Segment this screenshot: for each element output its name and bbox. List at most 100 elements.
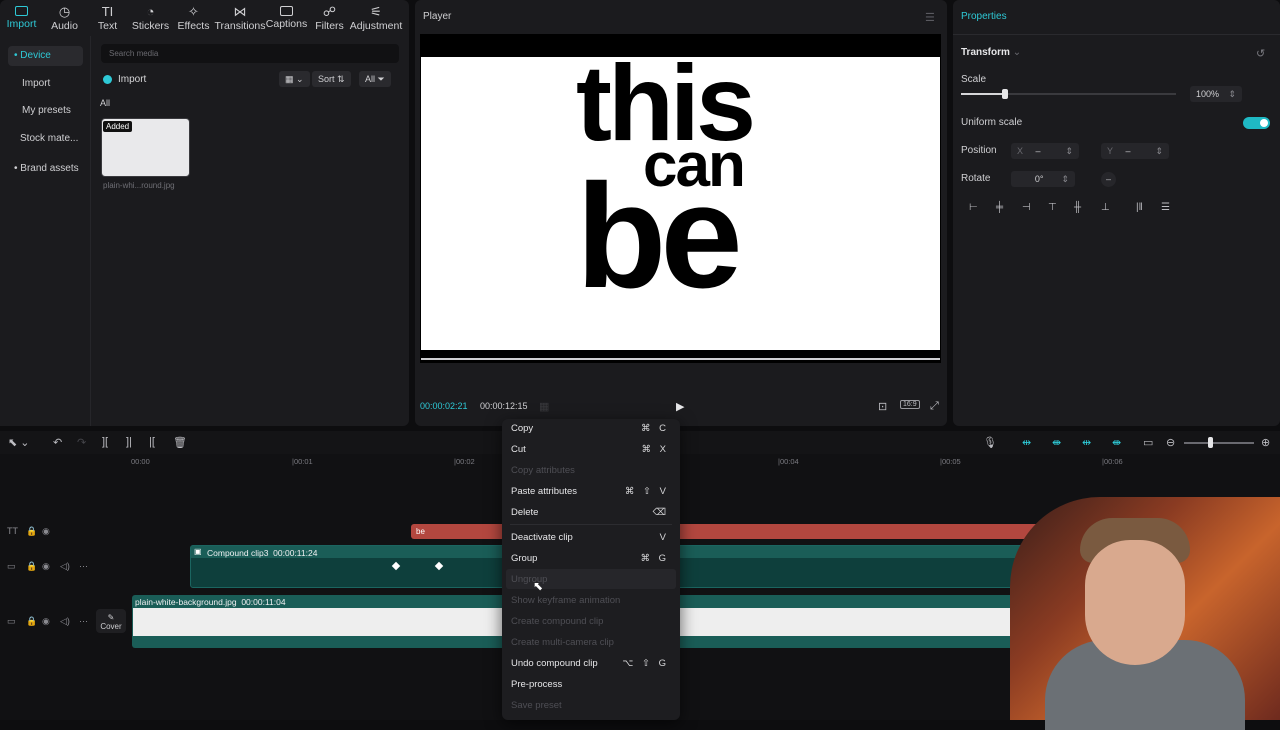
effects-icon: ✧ [188,3,199,19]
sidebar-item-my-presets[interactable]: My presets [16,101,91,121]
tab-text[interactable]: TI Text [86,0,129,36]
monitor-icon[interactable]: ▭ [1143,436,1153,449]
reset-icon[interactable]: ↺ [1256,47,1265,60]
menu-item-undo-compound-clip[interactable]: Undo compound clip ⌥ ⇧ G [511,654,669,672]
microphone-icon[interactable]: 🎙 [983,436,997,449]
split-icon[interactable]: ][ [102,436,108,448]
menu-item-save-preset[interactable]: Save preset [511,696,669,714]
menu-icon[interactable]: ☰ [925,11,935,24]
tab-filters[interactable]: ☍ Filters [308,0,351,36]
tab-adjustment[interactable]: ⚟ Adjustment [350,0,403,36]
menu-item-paste-attributes[interactable]: Paste attributes ⌘ ⇧ V [511,482,669,500]
rotate-input[interactable]: 0° ⇕ [1011,171,1075,187]
menu-item-create-multi-camera-clip[interactable]: Create multi-camera clip [511,633,669,651]
playback-scrubber[interactable] [421,358,940,360]
sidebar-item-stock-material[interactable]: Stock mate... [14,129,89,149]
lock-icon[interactable]: 🔒 [26,561,37,572]
audio-icon: ◷ [58,3,71,19]
split-left-icon[interactable]: ]| [126,436,132,448]
magnet-auto-icon[interactable]: ⇼ [1052,436,1061,449]
position-y-input[interactable]: Y – ⇕ [1101,143,1169,159]
ruler-tick: |00:04 [778,457,799,466]
magnet-main-icon[interactable]: ⇹ [1022,436,1031,449]
sidebar-item-import[interactable]: Import [16,74,91,94]
tab-captions[interactable]: Captions [265,0,308,36]
sidebar-item-device[interactable]: • Device [8,46,83,66]
background-clip-label: plain-white-background.jpg 00:00:11:04 [135,597,286,607]
adjustment-icon: ⚟ [370,3,382,19]
tab-transitions[interactable]: ⋈ Transitions [215,0,266,36]
undo-icon[interactable]: ↶ [53,436,62,449]
align-left-icon[interactable]: ⊢ [969,202,978,213]
menu-item-pre-process[interactable]: Pre-process [511,675,669,693]
zoom-in-icon[interactable]: ⊕ [1261,436,1270,449]
align-top-icon[interactable]: ⊤ [1048,202,1057,213]
menu-item-cut[interactable]: Cut ⌘ X [511,440,669,458]
lock-icon[interactable]: 🔒 [26,616,37,627]
uniform-scale-toggle[interactable] [1243,117,1270,129]
eye-icon[interactable]: ◉ [42,616,50,627]
media-sidebar: • Device Import My presets Stock mate...… [0,36,91,426]
zoom-slider[interactable] [1184,442,1254,444]
menu-item-copy[interactable]: Copy ⌘ C [511,419,669,437]
total-time: 00:00:12:15 [480,401,528,411]
align-right-icon[interactable]: ⊣ [1022,202,1031,213]
tab-import[interactable]: Import [0,0,43,36]
properties-panel [953,0,1280,426]
tab-effects[interactable]: ✧ Effects [172,0,215,36]
align-bottom-icon[interactable]: ⊥ [1101,202,1110,213]
text-track-icon: TT [7,526,18,536]
split-right-icon[interactable]: |[ [149,436,155,448]
mouse-cursor-icon: ⬉ [533,579,544,593]
tab-stickers[interactable]: ◔ Stickers [129,0,172,36]
scale-input[interactable]: 100% ⇕ [1190,86,1242,102]
transform-heading[interactable]: Transform ⌄ [961,47,1021,58]
audio-mute-icon[interactable]: ◁) [60,616,70,627]
sort-button[interactable]: Sort ⇅ [312,71,351,87]
position-x-input[interactable]: X – ⇕ [1011,143,1079,159]
menu-item-deactivate-clip[interactable]: Deactivate clip V [511,528,669,546]
menu-item-delete[interactable]: Delete ⌫ [511,503,669,521]
compound-clip-label: Compound clip3 00:00:11:24 [207,548,318,558]
lock-icon[interactable]: 🔒 [26,526,37,537]
fullscreen-icon[interactable]: ⤢ [930,400,939,413]
align-center-v-icon[interactable]: ╫ [1074,202,1081,213]
eye-icon[interactable]: ◉ [42,526,50,537]
zoom-slider-handle[interactable] [1208,437,1213,448]
menu-item-copy-attributes[interactable]: Copy attributes [511,461,669,479]
filter-button[interactable]: All ⏷ [359,71,391,87]
eye-icon[interactable]: ◉ [42,561,50,572]
select-tool-icon[interactable]: ⬉ ⌄ [8,436,30,449]
view-toggle-button[interactable]: ▦ ⌄ [279,71,310,87]
uniform-scale-label: Uniform scale [961,117,1023,128]
more-icon[interactable]: ⋯ [79,561,88,572]
scale-slider-handle[interactable] [1002,89,1008,99]
delete-icon[interactable]: 🗑 [173,436,187,449]
aspect-ratio-button[interactable]: 16:9 [900,400,920,409]
preview-axis-icon[interactable]: ⇼ [1112,436,1121,449]
more-icon[interactable]: ⋯ [79,616,88,627]
menu-item-create-compound-clip[interactable]: Create compound clip [511,612,669,630]
cover-button[interactable]: ✎ Cover [96,609,126,633]
linkage-icon[interactable]: ⇹ [1082,436,1091,449]
align-center-h-icon[interactable]: ╪ [996,202,1003,213]
distribute-h-icon[interactable]: |‖ [1136,202,1143,213]
rotate-reset-button[interactable]: – [1101,172,1116,187]
audio-mute-icon[interactable]: ◁) [60,561,70,572]
zoom-out-icon[interactable]: ⊖ [1166,436,1175,449]
waveform-icon[interactable]: ▦ [539,400,549,413]
sidebar-item-brand-assets[interactable]: • Brand assets [8,159,83,179]
screenshot-icon[interactable]: ⊡ [878,400,887,413]
play-button[interactable]: ▶ [676,400,684,413]
import-button[interactable]: Import [103,70,146,88]
menu-item-group[interactable]: Group ⌘ G [511,549,669,567]
preview-canvas[interactable]: this can be [421,57,940,350]
menu-item-show-keyframe-animation[interactable]: Show keyframe animation [511,591,669,609]
video-track-icon: ▭ [7,561,16,571]
ruler-tick: |00:05 [940,457,961,466]
sort-icon: ⇅ [337,74,345,84]
search-input[interactable]: Search media [101,44,399,63]
tab-audio[interactable]: ◷ Audio [43,0,86,36]
redo-icon[interactable]: ↷ [77,436,86,449]
distribute-v-icon[interactable]: ☰ [1161,202,1170,213]
